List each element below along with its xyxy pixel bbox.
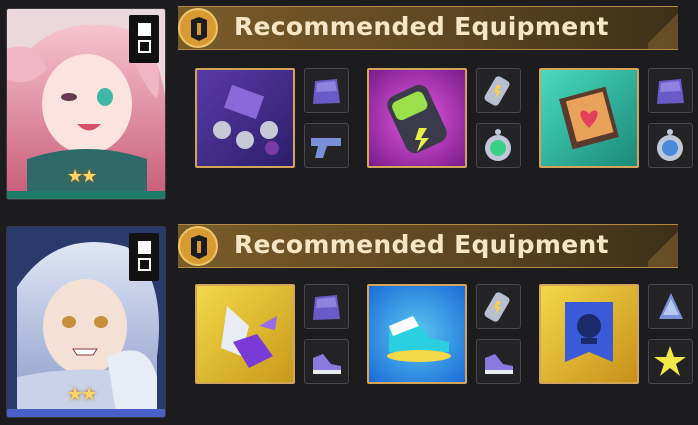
star-rating: ★★ bbox=[67, 166, 97, 187]
equipment-battery-can[interactable] bbox=[367, 68, 467, 168]
equipment-backpack-icon[interactable] bbox=[648, 68, 693, 113]
rank-square-filled bbox=[138, 23, 151, 36]
rank-square-empty bbox=[138, 40, 151, 53]
build-section-1: ★★ Recommended Equipment bbox=[0, 0, 698, 200]
banner-title: Recommended Equipment bbox=[234, 230, 609, 259]
equipment-claw-blade[interactable] bbox=[195, 284, 295, 384]
recommended-equipment-banner: Recommended Equipment bbox=[178, 224, 678, 268]
build-section-2: ★★ Recommended Equipment bbox=[0, 218, 698, 418]
equipment-battery-icon[interactable] bbox=[476, 68, 521, 113]
rank-square-filled bbox=[138, 241, 151, 254]
equipment-medallion-icon[interactable] bbox=[476, 123, 521, 168]
equipment-heart-book[interactable] bbox=[539, 68, 639, 168]
rank-indicator bbox=[129, 15, 159, 63]
equipment-backpack-icon[interactable] bbox=[304, 68, 349, 113]
equipment-hover-sneaker[interactable] bbox=[367, 284, 467, 384]
equipment-star-icon[interactable] bbox=[648, 339, 693, 384]
equipment-drill-cone-icon[interactable] bbox=[648, 284, 693, 329]
equipment-pistol-icon[interactable] bbox=[304, 123, 349, 168]
equipment-skull-flag[interactable] bbox=[539, 284, 639, 384]
equipment-sneaker-icon[interactable] bbox=[476, 339, 521, 384]
rank-indicator bbox=[129, 233, 159, 281]
equipment-battery-icon[interactable] bbox=[476, 284, 521, 329]
equipment-emblem-icon bbox=[178, 226, 218, 266]
rank-square-empty bbox=[138, 258, 151, 271]
equipment-weapon-chain[interactable] bbox=[195, 68, 295, 168]
star-rating: ★★ bbox=[67, 384, 97, 405]
equipment-medallion-icon[interactable] bbox=[648, 123, 693, 168]
equipment-backpack-icon[interactable] bbox=[304, 284, 349, 329]
equipment-sneaker-icon[interactable] bbox=[304, 339, 349, 384]
equipment-emblem-icon bbox=[178, 8, 218, 48]
recommended-equipment-banner: Recommended Equipment bbox=[178, 6, 678, 50]
character-portrait[interactable]: ★★ bbox=[6, 8, 166, 200]
element-bar bbox=[7, 409, 165, 417]
character-portrait[interactable]: ★★ bbox=[6, 226, 166, 418]
banner-title: Recommended Equipment bbox=[234, 12, 609, 41]
element-bar bbox=[7, 191, 165, 199]
